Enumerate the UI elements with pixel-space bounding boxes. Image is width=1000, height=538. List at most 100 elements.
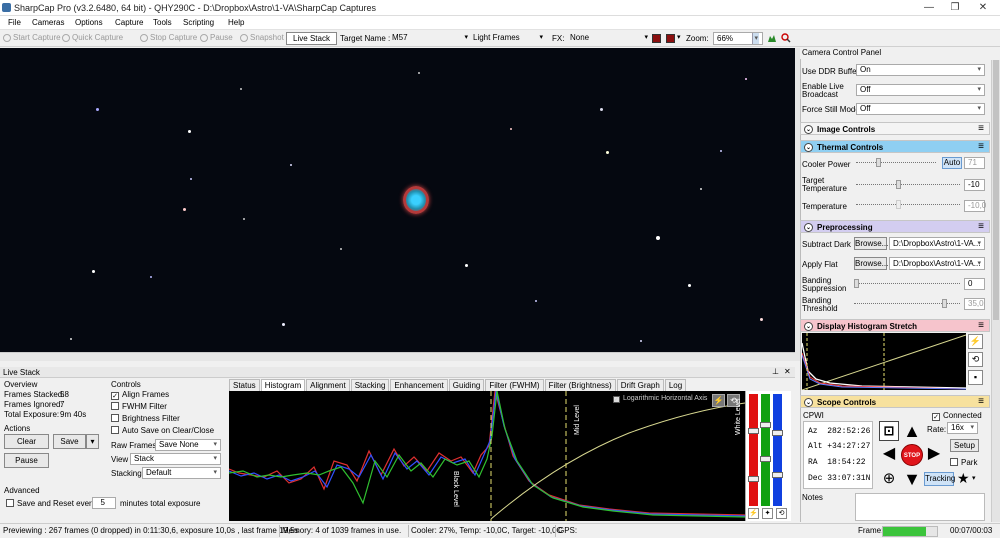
slider-thumb[interactable] [772,472,783,478]
arrow-right-icon[interactable]: ▶ [924,444,944,464]
apply-flat-browse-button[interactable]: Browse... [854,257,888,270]
tab-filter-fwhm[interactable]: Filter (FWHM) [485,379,544,391]
use-ddr-select[interactable]: On ▾ [856,64,985,76]
menu-capture[interactable]: Capture [115,18,143,27]
slider-thumb[interactable] [772,430,783,436]
notes-textarea[interactable] [855,493,985,521]
cooler-auto-button[interactable]: Auto [942,157,962,169]
panel-scrollbar[interactable] [991,60,1000,522]
align-frames-checkbox[interactable]: ✓ Align Frames [111,390,169,400]
auto-save-checkbox[interactable]: Auto Save on Clear/Close [111,426,214,435]
clear-button[interactable]: Clear [4,434,49,449]
live-stack-button[interactable]: Live Stack [286,32,337,45]
menu-help[interactable]: Help [228,18,244,27]
menu-icon[interactable]: ≡ [978,141,984,152]
target-name-select[interactable]: M57 ▾ [392,33,468,45]
slider-thumb[interactable] [876,158,881,167]
start-capture-button[interactable]: Start Capture [3,33,61,42]
raw-frames-select[interactable]: Save None ▾ [155,439,221,451]
arrow-up-icon[interactable]: ▲ [902,421,922,441]
save-dropdown-button[interactable]: ▾ [86,434,99,449]
zoom-select[interactable]: 66% ▾ [713,32,763,45]
view-select[interactable]: Stack ▾ [130,453,221,465]
tab-enhancement[interactable]: Enhancement [390,379,448,391]
snapshot-button[interactable]: Snapshot [240,33,284,42]
channel-sliders[interactable]: ⚡ ✦ ⟲ [745,391,791,521]
pin-icon[interactable]: ⊥ [772,367,779,376]
preprocessing-header[interactable]: ⌄ Preprocessing ≡ [800,220,990,233]
pause-stack-button[interactable]: Pause [4,453,49,468]
focus-aid-icon[interactable] [666,34,675,43]
reset-icon[interactable]: ⟲ [968,352,983,367]
park-checkbox[interactable]: Park [950,458,977,467]
save-button[interactable]: Save [53,434,86,449]
magnifier-icon[interactable] [781,33,793,43]
display-stretch-plot[interactable] [802,333,966,390]
tab-guiding[interactable]: Guiding [448,379,485,391]
banding-threshold-slider[interactable] [854,299,960,309]
stop-button[interactable]: STOP [901,444,923,466]
subtract-dark-browse-button[interactable]: Browse... [854,237,888,250]
banding-suppression-slider[interactable] [854,279,960,289]
tab-alignment[interactable]: Alignment [306,379,350,391]
brightness-filter-checkbox[interactable]: Brightness Filter [111,414,180,423]
slider-thumb[interactable] [760,422,771,428]
stop-capture-button[interactable]: Stop Capture [140,33,197,42]
tab-stacking[interactable]: Stacking [350,379,390,391]
histogram-icon[interactable] [767,33,777,43]
menu-icon[interactable]: ≡ [978,320,984,331]
spiral-search-icon[interactable]: ⊡ [879,421,899,441]
rate-select[interactable]: 16x ▾ [947,422,978,434]
pause-button[interactable]: Pause [200,33,233,42]
arrow-down-icon[interactable]: ▼ [902,469,922,489]
target-temperature-slider[interactable] [856,180,960,190]
close-button[interactable]: ✕ [966,0,1000,16]
save-reset-checkbox[interactable]: Save and Reset every [6,499,96,508]
menu-file[interactable]: File [8,18,21,27]
slider-thumb[interactable] [748,428,759,434]
banding-suppression-input[interactable]: 0 [964,278,985,290]
image-viewer[interactable] [0,48,795,352]
cooler-power-slider[interactable] [856,158,936,168]
subtract-dark-select[interactable]: D:\Dropbox\Astro\1-VA... ▾ [889,237,985,250]
histogram-plot[interactable]: ✓ Logarithmic Horizontal Axis ⚡ ⟲ Black L… [229,391,745,521]
menu-cameras[interactable]: Cameras [32,18,64,27]
slider-thumb[interactable] [854,279,859,288]
connected-checkbox[interactable]: ✓ Connected [932,411,982,421]
tab-filter-brightness[interactable]: Filter (Brightness) [544,379,616,391]
viewer-horizontal-scrollbar[interactable] [0,352,795,361]
slider-thumb[interactable] [748,476,759,482]
scope-controls-header[interactable]: ⌄ Scope Controls ≡ [800,395,990,408]
frame-type-select[interactable]: Light Frames ▾ [473,33,543,45]
save-reset-minutes-input[interactable]: 5 [92,497,116,509]
blue-channel-slider[interactable] [772,394,783,506]
arrow-left-icon[interactable]: ◀ [879,444,899,464]
slider-thumb[interactable] [896,180,901,189]
menu-tools[interactable]: Tools [153,18,172,27]
force-still-select[interactable]: Off ▾ [856,103,985,115]
tracking-button[interactable]: Tracking [924,472,955,486]
thermal-controls-header[interactable]: ⌄ Thermal Controls ≡ [800,140,990,153]
slider-thumb[interactable] [760,456,771,462]
save-icon[interactable]: ▪ [968,370,983,385]
lightning-icon[interactable]: ⚡ [968,334,983,349]
menu-scripting[interactable]: Scripting [183,18,214,27]
target-temperature-input[interactable]: -10 [964,179,985,191]
quick-capture-button[interactable]: Quick Capture [62,33,123,42]
star-icon[interactable]: ✦ [762,508,773,519]
green-channel-slider[interactable] [760,394,771,506]
fwhm-filter-checkbox[interactable]: FWHM Filter [111,402,167,411]
reticle-icon[interactable] [652,34,661,43]
chevron-down-icon[interactable]: ▾ [972,473,980,485]
live-broadcast-select[interactable]: Off ▾ [856,84,985,96]
image-controls-header[interactable]: ⌄ Image Controls ≡ [800,122,990,135]
menu-icon[interactable]: ≡ [978,396,984,407]
apply-flat-select[interactable]: D:\Dropbox\Astro\1-VA... ▾ [889,257,985,270]
auto-stretch-icon[interactable]: ⚡ [712,394,725,407]
log-axis-checkbox[interactable]: ✓ Logarithmic Horizontal Axis [613,395,707,403]
menu-icon[interactable]: ≡ [978,123,984,134]
red-channel-slider[interactable] [748,394,759,506]
stacking-select[interactable]: Default ▾ [142,467,221,479]
tab-status[interactable]: Status [229,379,260,391]
fx-select[interactable]: None ▾ [570,33,648,45]
